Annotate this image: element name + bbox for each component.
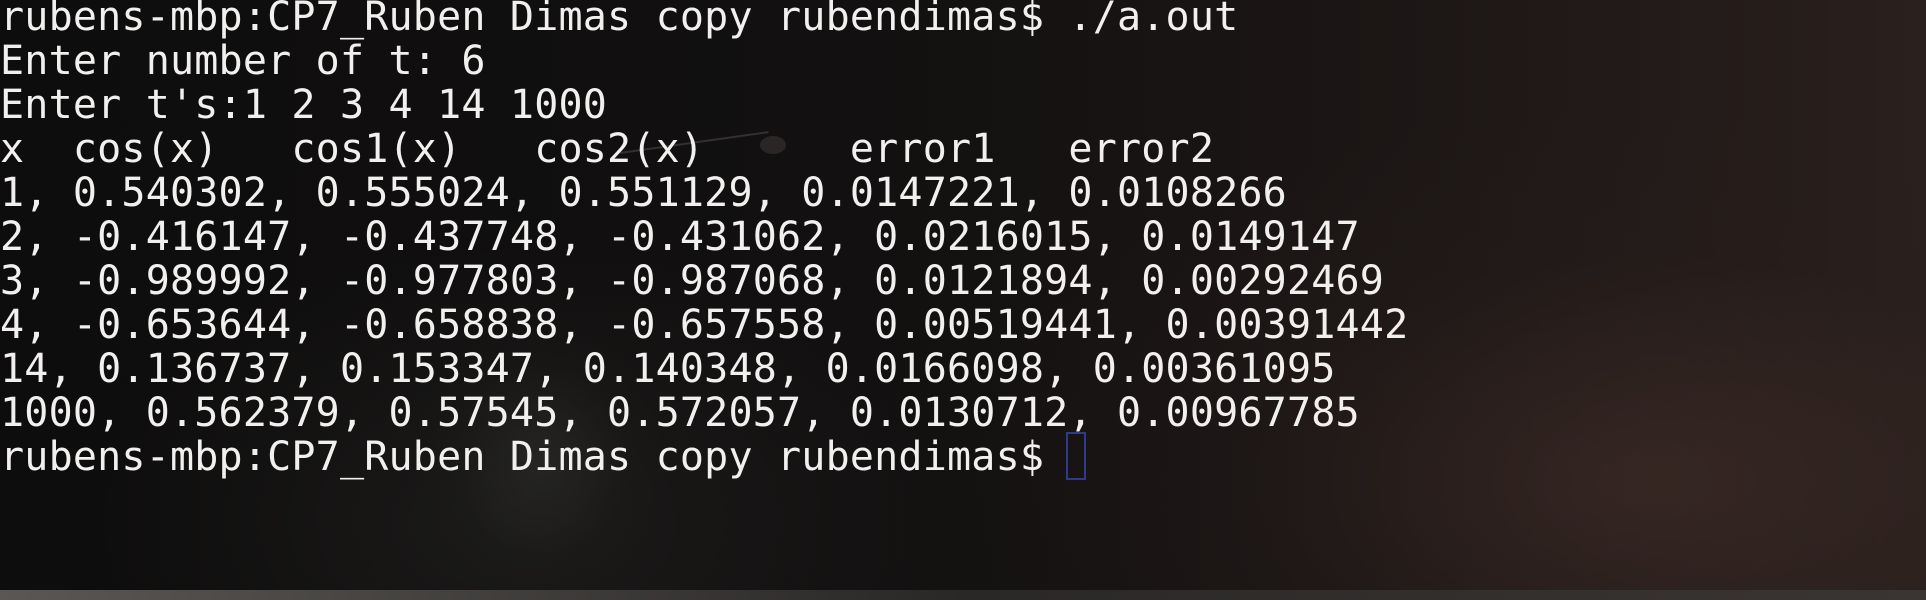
- shell-prompt-line[interactable]: rubens-mbp:CP7_Ruben Dimas copy rubendim…: [0, 430, 1087, 484]
- text-cursor: [1066, 432, 1087, 480]
- window-bottom-edge: [0, 590, 1926, 600]
- terminal-window[interactable]: rubens-mbp:CP7_Ruben Dimas copy rubendim…: [0, 0, 1926, 600]
- shell-prompt: rubens-mbp:CP7_Ruben Dimas copy rubendim…: [0, 434, 1045, 480]
